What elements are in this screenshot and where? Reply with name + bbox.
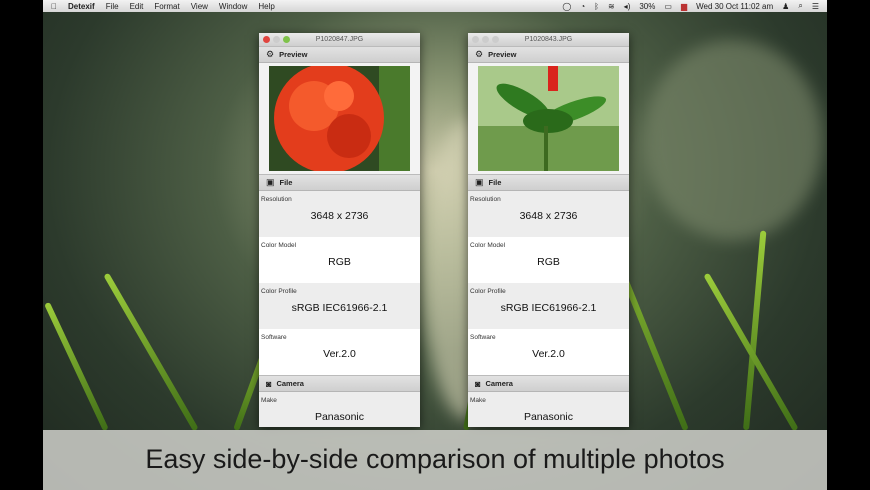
row-label: Resolution <box>261 196 292 203</box>
info-row-color-model: Color Model RGB <box>259 237 420 283</box>
row-value: RGB <box>328 256 351 268</box>
row-label: Make <box>261 397 277 404</box>
row-label: Resolution <box>470 196 501 203</box>
zoom-button[interactable] <box>283 36 290 43</box>
desktop:  Detexif File Edit Format View Window H… <box>43 0 827 490</box>
grass-blade <box>44 301 109 432</box>
section-label: Camera <box>276 379 304 388</box>
image-icon: ▣ <box>475 177 484 187</box>
menu-view[interactable]: View <box>191 2 208 11</box>
section-preview[interactable]: ⚙ Preview <box>468 46 629 63</box>
bluetooth-icon[interactable]: ᛒ <box>594 2 599 11</box>
row-value: 3648 x 2736 <box>310 210 369 222</box>
volume-icon[interactable]: ◂) <box>624 2 631 11</box>
minimize-button[interactable] <box>273 36 280 43</box>
zoom-button[interactable] <box>492 36 499 43</box>
minimize-button[interactable] <box>482 36 489 43</box>
menu-edit[interactable]: Edit <box>130 2 144 11</box>
info-row-make: Make Panasonic <box>259 392 420 427</box>
gear-icon: ⚙ <box>475 49 484 59</box>
info-row-resolution: Resolution 3648 x 2736 <box>468 191 629 237</box>
row-label: Software <box>261 334 287 341</box>
row-value: Ver.2.0 <box>532 348 565 360</box>
photo-preview-green-plant <box>478 66 619 171</box>
photo-preview-red-flower <box>269 66 410 171</box>
row-value: 3648 x 2736 <box>519 210 578 222</box>
row-label: Color Profile <box>470 288 506 295</box>
caption-banner: Easy side-by-side comparison of multiple… <box>43 430 827 490</box>
wifi-icon[interactable]: ≋ <box>608 2 615 11</box>
section-label: Camera <box>485 379 513 388</box>
window-title: P1020847.JPG <box>315 36 364 43</box>
grass-blade <box>103 272 199 432</box>
camera-icon: ◙ <box>475 378 481 389</box>
menu-bar:  Detexif File Edit Format View Window H… <box>43 0 827 12</box>
row-value: sRGB IEC61966-2.1 <box>291 302 388 314</box>
section-camera[interactable]: ◙ Camera <box>259 375 420 392</box>
photo-window-2: P1020843.JPG ⚙ Preview ▣ File Resolution 36… <box>468 33 629 427</box>
battery-text[interactable]: 30% <box>639 2 655 11</box>
camera-icon: ◙ <box>266 378 272 389</box>
row-value: RGB <box>537 256 560 268</box>
bg-foliage <box>643 40 823 240</box>
info-row-make: Make Panasonic <box>468 392 629 427</box>
grass-blade <box>703 272 799 432</box>
info-row-color-model: Color Model RGB <box>468 237 629 283</box>
photo-window-1: P1020847.JPG ⚙ Preview ▣ File Resolution 36… <box>259 33 420 427</box>
spotlight-icon[interactable]: ⌕ <box>798 1 802 11</box>
image-icon: ▣ <box>266 177 275 187</box>
info-row-software: Software Ver.2.0 <box>259 329 420 375</box>
sync-icon[interactable]: ◯ <box>562 2 571 11</box>
section-file[interactable]: ▣ File <box>468 174 629 191</box>
title-bar[interactable]: P1020843.JPG <box>468 33 629 46</box>
flag-icon[interactable]: ▆ <box>681 2 687 11</box>
section-preview[interactable]: ⚙ Preview <box>259 46 420 63</box>
user-icon[interactable]: ♟ <box>782 2 789 11</box>
section-file[interactable]: ▣ File <box>259 174 420 191</box>
row-label: Software <box>470 334 496 341</box>
menu-window[interactable]: Window <box>219 2 247 11</box>
info-row-resolution: Resolution 3648 x 2736 <box>259 191 420 237</box>
window-title: P1020843.JPG <box>524 36 573 43</box>
grass-blade <box>743 230 767 431</box>
close-button[interactable] <box>263 36 270 43</box>
menu-app-name[interactable]: Detexif <box>68 2 95 11</box>
notifications-icon[interactable]: ☰ <box>812 2 819 11</box>
datetime[interactable]: Wed 30 Oct 11:02 am <box>696 2 773 11</box>
row-value: sRGB IEC61966-2.1 <box>500 302 597 314</box>
clock-icon[interactable]: ◔ <box>580 2 585 11</box>
section-label: Preview <box>279 50 308 59</box>
info-row-color-profile: Color Profile sRGB IEC61966-2.1 <box>468 283 629 329</box>
gear-icon: ⚙ <box>266 49 275 59</box>
info-row-software: Software Ver.2.0 <box>468 329 629 375</box>
section-label: File <box>279 178 293 187</box>
row-value: Panasonic <box>523 411 574 423</box>
info-row-color-profile: Color Profile sRGB IEC61966-2.1 <box>259 283 420 329</box>
battery-icon: ▭ <box>664 1 672 11</box>
section-camera[interactable]: ◙ Camera <box>468 375 629 392</box>
row-label: Make <box>470 397 486 404</box>
menu-file[interactable]: File <box>106 2 119 11</box>
title-bar[interactable]: P1020847.JPG <box>259 33 420 46</box>
row-label: Color Profile <box>261 288 297 295</box>
row-label: Color Model <box>261 242 297 249</box>
row-value: Ver.2.0 <box>323 348 356 360</box>
apple-icon[interactable]:  <box>51 2 57 11</box>
close-button[interactable] <box>472 36 479 43</box>
row-label: Color Model <box>470 242 506 249</box>
section-label: File <box>488 178 502 187</box>
menu-format[interactable]: Format <box>154 2 179 11</box>
section-label: Preview <box>488 50 517 59</box>
row-value: Panasonic <box>314 411 365 423</box>
menu-help[interactable]: Help <box>258 2 274 11</box>
